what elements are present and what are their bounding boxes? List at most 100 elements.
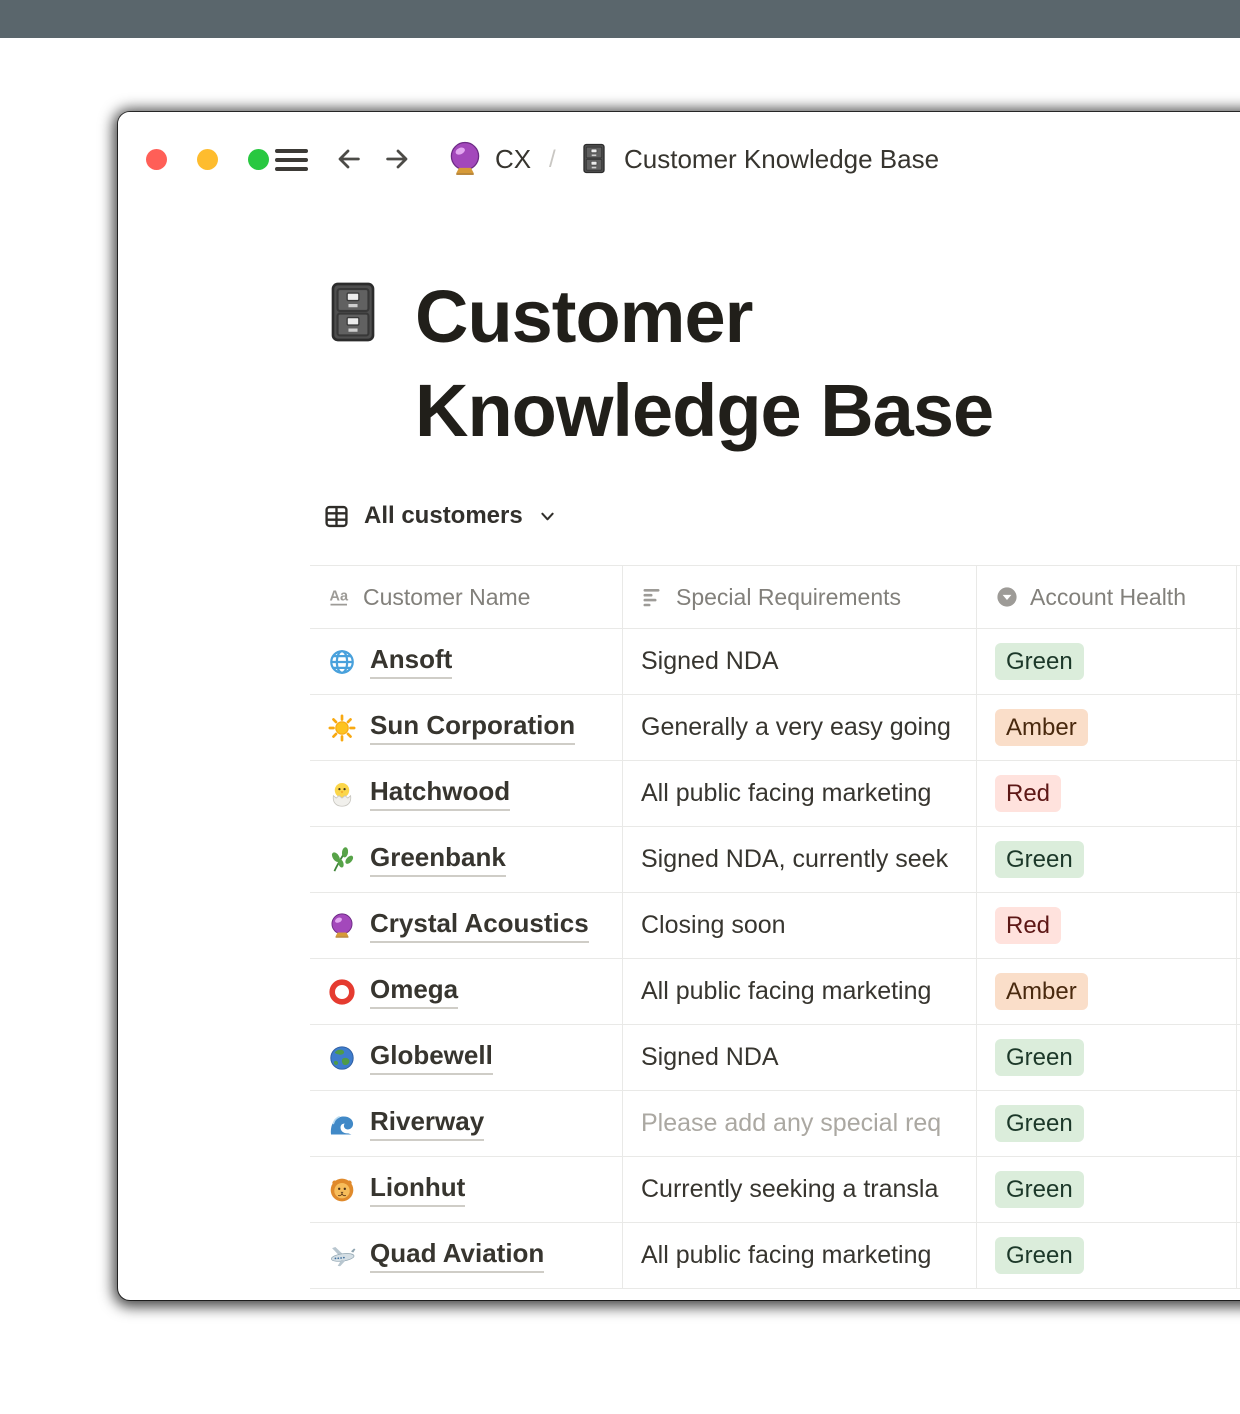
- hatching-chick-icon: [328, 780, 356, 808]
- account-health-cell[interactable]: Green: [977, 1091, 1237, 1156]
- special-requirements-cell[interactable]: Closing soon: [623, 893, 977, 958]
- customer-name-link[interactable]: Crystal Acoustics: [370, 908, 589, 943]
- requirements-text: All public facing marketing: [641, 1241, 931, 1270]
- customer-name-cell[interactable]: Crystal Acoustics: [310, 893, 623, 958]
- requirements-text: Signed NDA: [641, 1043, 779, 1072]
- customers-table: Aa Customer Name Special Requirements Ac…: [310, 565, 1240, 1289]
- requirements-text: Generally a very easy going: [641, 713, 951, 742]
- customer-name-link[interactable]: Riverway: [370, 1106, 484, 1141]
- airplane-icon: [328, 1242, 356, 1270]
- window-titlebar: CX / Customer Knowledge Base: [118, 112, 1240, 206]
- table-row: Riverway Please add any special req Gree…: [310, 1091, 1240, 1157]
- red-circle-icon: [328, 978, 356, 1006]
- close-traffic-light[interactable]: [146, 149, 167, 170]
- account-health-cell[interactable]: Amber: [977, 695, 1237, 760]
- breadcrumb-workspace[interactable]: CX: [495, 144, 531, 174]
- table-row: Ansoft Signed NDA Green: [310, 629, 1240, 695]
- account-health-cell[interactable]: Green: [977, 1223, 1237, 1288]
- special-requirements-cell[interactable]: Signed NDA: [623, 629, 977, 694]
- customer-name-link[interactable]: Omega: [370, 974, 458, 1009]
- earth-globe-icon: [328, 1044, 356, 1072]
- table-row: Omega All public facing marketing Amber: [310, 959, 1240, 1025]
- health-badge: Green: [995, 643, 1084, 681]
- account-health-cell[interactable]: Green: [977, 1157, 1237, 1222]
- requirements-text: All public facing marketing: [641, 779, 931, 808]
- column-label: Special Requirements: [676, 584, 901, 611]
- table-row: Lionhut Currently seeking a transla Gree…: [310, 1157, 1240, 1223]
- customer-name-cell[interactable]: Quad Aviation: [310, 1223, 623, 1288]
- customer-name-cell[interactable]: Greenbank: [310, 827, 623, 892]
- table-row: Greenbank Signed NDA, currently seek Gre…: [310, 827, 1240, 893]
- back-arrow-icon[interactable]: [334, 144, 364, 174]
- customer-name-cell[interactable]: Lionhut: [310, 1157, 623, 1222]
- requirements-text: Signed NDA: [641, 647, 779, 676]
- forward-arrow-icon[interactable]: [382, 144, 412, 174]
- health-badge: Green: [995, 1039, 1084, 1077]
- health-badge: Amber: [995, 973, 1088, 1011]
- table-view-icon: [323, 503, 350, 530]
- special-requirements-cell[interactable]: Signed NDA: [623, 1025, 977, 1090]
- special-requirements-cell[interactable]: Currently seeking a transla: [623, 1157, 977, 1222]
- page-title[interactable]: Customer Knowledge Base: [415, 270, 1075, 458]
- table-row: Quad Aviation All public facing marketin…: [310, 1223, 1240, 1289]
- view-label: All customers: [364, 502, 523, 530]
- select-circle-icon: [995, 585, 1019, 609]
- view-selector[interactable]: All customers: [323, 502, 557, 530]
- customer-name-link[interactable]: Greenbank: [370, 842, 506, 877]
- account-health-cell[interactable]: Green: [977, 827, 1237, 892]
- account-health-cell[interactable]: Red: [977, 761, 1237, 826]
- herb-icon: [328, 846, 356, 874]
- special-requirements-cell[interactable]: Signed NDA, currently seek: [623, 827, 977, 892]
- customer-name-cell[interactable]: Riverway: [310, 1091, 623, 1156]
- customer-name-link[interactable]: Globewell: [370, 1040, 493, 1075]
- crystal-ball-icon: [328, 912, 356, 940]
- health-badge: Red: [995, 907, 1061, 945]
- account-health-cell[interactable]: Red: [977, 893, 1237, 958]
- globe-meridians-icon: [328, 648, 356, 676]
- special-requirements-cell[interactable]: Please add any special req: [623, 1091, 977, 1156]
- column-header-account-health[interactable]: Account Health: [977, 566, 1237, 628]
- health-badge: Amber: [995, 709, 1088, 747]
- special-requirements-cell[interactable]: Generally a very easy going: [623, 695, 977, 760]
- table-header: Aa Customer Name Special Requirements Ac…: [310, 565, 1240, 629]
- page-icon-file-cabinet[interactable]: [321, 275, 385, 349]
- zoom-traffic-light[interactable]: [248, 149, 269, 170]
- svg-text:Aa: Aa: [330, 589, 349, 605]
- account-health-cell[interactable]: Amber: [977, 959, 1237, 1024]
- customer-name-link[interactable]: Ansoft: [370, 644, 452, 679]
- health-badge: Green: [995, 841, 1084, 879]
- customer-name-cell[interactable]: Sun Corporation: [310, 695, 623, 760]
- customer-name-link[interactable]: Quad Aviation: [370, 1238, 544, 1273]
- customer-name-cell[interactable]: Globewell: [310, 1025, 623, 1090]
- crystal-ball-icon: [446, 139, 484, 179]
- requirements-text: Currently seeking a transla: [641, 1175, 938, 1204]
- customer-name-cell[interactable]: Omega: [310, 959, 623, 1024]
- account-health-cell[interactable]: Green: [977, 629, 1237, 694]
- minimize-traffic-light[interactable]: [197, 149, 218, 170]
- customer-name-link[interactable]: Hatchwood: [370, 776, 510, 811]
- column-header-special-requirements[interactable]: Special Requirements: [623, 566, 977, 628]
- customer-name-link[interactable]: Lionhut: [370, 1172, 465, 1207]
- column-header-customer-name[interactable]: Aa Customer Name: [310, 566, 623, 628]
- menu-icon[interactable]: [275, 149, 308, 171]
- chevron-down-icon: [538, 507, 557, 526]
- health-badge: Green: [995, 1237, 1084, 1275]
- file-cabinet-icon: [578, 140, 610, 177]
- special-requirements-cell[interactable]: All public facing marketing: [623, 761, 977, 826]
- special-requirements-cell[interactable]: All public facing marketing: [623, 1223, 977, 1288]
- table-row: Crystal Acoustics Closing soon Red: [310, 893, 1240, 959]
- special-requirements-cell[interactable]: All public facing marketing: [623, 959, 977, 1024]
- column-label: Account Health: [1030, 584, 1186, 611]
- health-badge: Red: [995, 775, 1061, 813]
- account-health-cell[interactable]: Green: [977, 1025, 1237, 1090]
- requirements-text: All public facing marketing: [641, 977, 931, 1006]
- breadcrumb-page[interactable]: Customer Knowledge Base: [624, 144, 939, 174]
- lion-icon: [328, 1176, 356, 1204]
- customer-name-link[interactable]: Sun Corporation: [370, 710, 575, 745]
- text-lines-icon: [641, 585, 665, 609]
- customer-name-cell[interactable]: Ansoft: [310, 629, 623, 694]
- customer-name-cell[interactable]: Hatchwood: [310, 761, 623, 826]
- breadcrumb-separator: /: [549, 145, 556, 175]
- title-aa-icon: Aa: [328, 585, 352, 609]
- health-badge: Green: [995, 1105, 1084, 1143]
